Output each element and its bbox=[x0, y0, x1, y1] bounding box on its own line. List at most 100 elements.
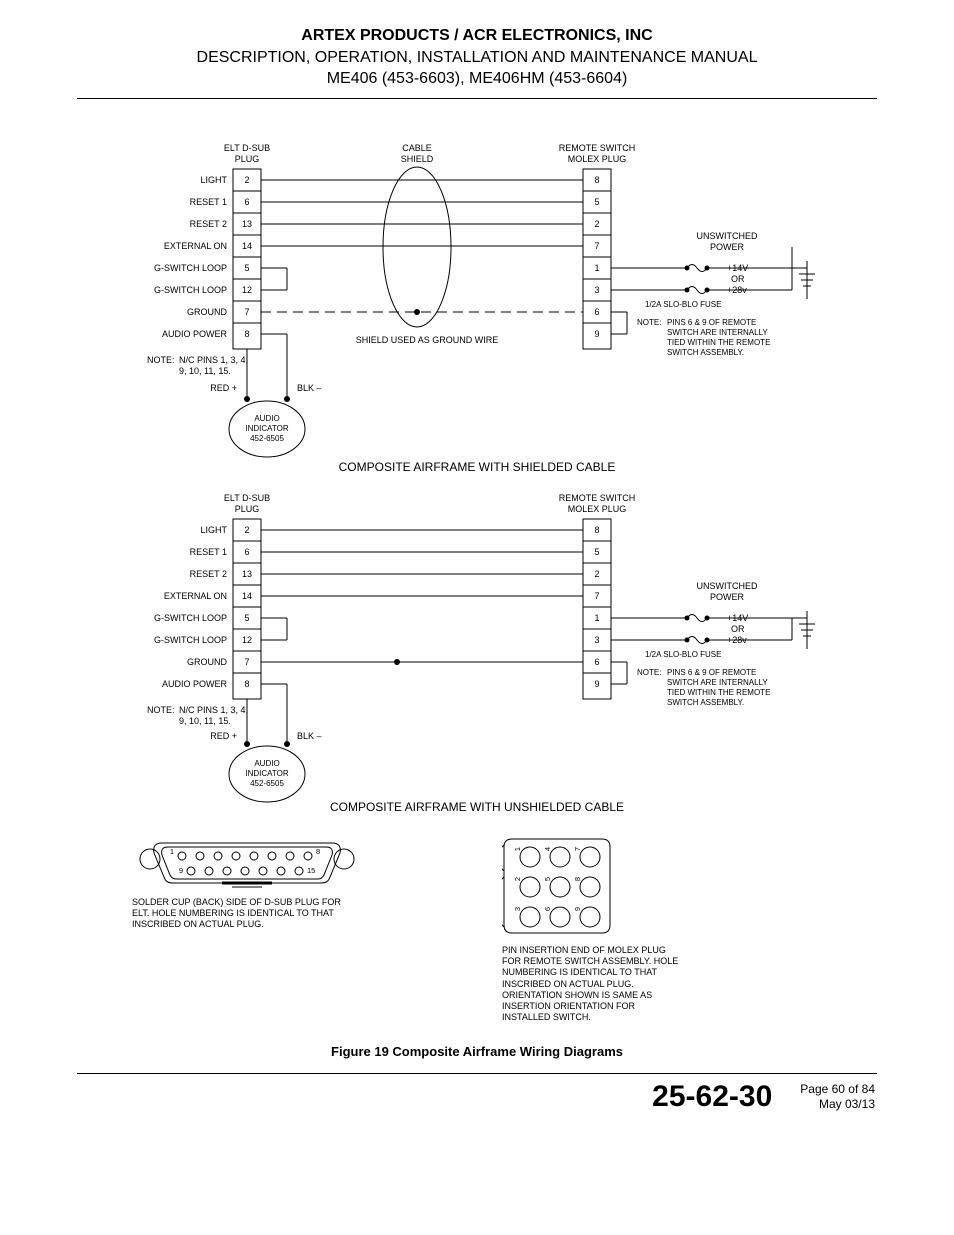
svg-text:RESET 1: RESET 1 bbox=[190, 547, 227, 557]
svg-text:1/2A SLO-BLO FUSE: 1/2A SLO-BLO FUSE bbox=[645, 650, 721, 659]
page-date: May 03/13 bbox=[800, 1097, 875, 1111]
svg-text:TIED WITHIN THE REMOTE: TIED WITHIN THE REMOTE bbox=[667, 338, 770, 347]
svg-text:7: 7 bbox=[244, 657, 249, 667]
svg-text:EXTERNAL ON: EXTERNAL ON bbox=[164, 241, 227, 251]
svg-text:8: 8 bbox=[316, 847, 320, 856]
svg-text:13: 13 bbox=[242, 219, 252, 229]
svg-text:9, 10, 11, 15.: 9, 10, 11, 15. bbox=[179, 366, 231, 376]
diagram-shielded: ELT D-SUB PLUG CABLE SHIELD REMOTE SWITC… bbox=[127, 139, 827, 479]
svg-text:6: 6 bbox=[594, 307, 599, 317]
svg-text:9: 9 bbox=[594, 679, 599, 689]
svg-text:PINS 6 & 9 OF REMOTE: PINS 6 & 9 OF REMOTE bbox=[667, 668, 756, 677]
figure-caption: Figure 19 Composite Airframe Wiring Diag… bbox=[77, 1044, 877, 1059]
svg-text:5: 5 bbox=[244, 263, 249, 273]
svg-text:G-SWITCH LOOP: G-SWITCH LOOP bbox=[154, 285, 227, 295]
svg-text:8: 8 bbox=[594, 525, 599, 535]
svg-text:8: 8 bbox=[573, 877, 582, 881]
svg-text:1: 1 bbox=[594, 613, 599, 623]
svg-text:2: 2 bbox=[244, 175, 249, 185]
page-footer: 25-62-30 Page 60 of 84 May 03/13 bbox=[77, 1073, 877, 1114]
cable-shield-label: CABLE bbox=[402, 143, 432, 153]
svg-text:2: 2 bbox=[513, 877, 522, 881]
remote-switch-label2: MOLEX PLUG bbox=[568, 154, 627, 164]
remote-switch-label: REMOTE SWITCH bbox=[559, 143, 636, 153]
svg-text:SWITCH ASSEMBLY.: SWITCH ASSEMBLY. bbox=[667, 348, 744, 357]
svg-text:RED +: RED + bbox=[210, 731, 237, 741]
svg-text:14: 14 bbox=[242, 591, 252, 601]
svg-text:RESET 1: RESET 1 bbox=[190, 197, 227, 207]
svg-text:5: 5 bbox=[244, 613, 249, 623]
dsub-connector: 1 8 9 15 SOLDER CUP (BACK) SIDE OF D-SUB… bbox=[132, 829, 362, 1024]
svg-text:+14V: +14V bbox=[727, 613, 748, 623]
svg-text:1: 1 bbox=[594, 263, 599, 273]
svg-text:N/C PINS 1, 3, 4,: N/C PINS 1, 3, 4, bbox=[179, 705, 248, 715]
svg-text:452-6505: 452-6505 bbox=[250, 779, 284, 788]
svg-text:GROUND: GROUND bbox=[187, 657, 227, 667]
svg-text:SWITCH ASSEMBLY.: SWITCH ASSEMBLY. bbox=[667, 698, 744, 707]
svg-text:3: 3 bbox=[594, 635, 599, 645]
svg-text:5: 5 bbox=[543, 877, 552, 881]
svg-text:AUDIO: AUDIO bbox=[254, 759, 279, 768]
svg-text:15: 15 bbox=[307, 866, 315, 875]
svg-text:12: 12 bbox=[242, 285, 252, 295]
svg-text:7: 7 bbox=[573, 847, 582, 851]
svg-text:TIED WITHIN THE REMOTE: TIED WITHIN THE REMOTE bbox=[667, 688, 770, 697]
svg-text:LIGHT: LIGHT bbox=[200, 175, 227, 185]
svg-text:3: 3 bbox=[594, 285, 599, 295]
svg-text:N/C PINS 1, 3, 4,: N/C PINS 1, 3, 4, bbox=[179, 355, 248, 365]
svg-text:6: 6 bbox=[244, 547, 249, 557]
svg-text:POWER: POWER bbox=[710, 242, 745, 252]
shield-ground-label: SHIELD USED AS GROUND WIRE bbox=[356, 335, 499, 345]
header-line3: ME406 (453-6603), ME406HM (453-6604) bbox=[77, 68, 877, 90]
svg-text:13: 13 bbox=[242, 569, 252, 579]
svg-text:9, 10, 11, 15.: 9, 10, 11, 15. bbox=[179, 716, 231, 726]
molex-connector: 3 2 1 6 5 4 9 8 7 PIN INSERTION END OF M… bbox=[502, 829, 682, 1024]
svg-text:AUDIO POWER: AUDIO POWER bbox=[162, 679, 228, 689]
svg-text:2: 2 bbox=[594, 219, 599, 229]
header-line1: ARTEX PRODUCTS / ACR ELECTRONICS, INC bbox=[77, 25, 877, 47]
diagram-unshielded: ELT D-SUB PLUG REMOTE SWITCH MOLEX PLUG bbox=[127, 489, 827, 819]
svg-text:OR: OR bbox=[731, 624, 745, 634]
svg-text:PLUG: PLUG bbox=[235, 504, 260, 514]
page-number: Page 60 of 84 bbox=[800, 1082, 875, 1096]
svg-text:9: 9 bbox=[179, 866, 183, 875]
svg-text:7: 7 bbox=[594, 241, 599, 251]
cable-shield-label2: SHIELD bbox=[401, 154, 434, 164]
svg-text:4: 4 bbox=[543, 847, 552, 851]
v28-label: +28v bbox=[727, 285, 747, 295]
svg-text:3: 3 bbox=[513, 907, 522, 911]
svg-text:AUDIO: AUDIO bbox=[254, 414, 279, 423]
molex-note: PIN INSERTION END OF MOLEX PLUG FOR REMO… bbox=[502, 939, 682, 1024]
page-header: ARTEX PRODUCTS / ACR ELECTRONICS, INC DE… bbox=[77, 25, 877, 99]
cable-shield-ellipse bbox=[383, 167, 451, 327]
fuse-label: 1/2A SLO-BLO FUSE bbox=[645, 300, 721, 309]
svg-text:INDICATOR: INDICATOR bbox=[245, 769, 288, 778]
svg-text:NOTE:: NOTE: bbox=[637, 668, 661, 677]
svg-text:REMOTE SWITCH: REMOTE SWITCH bbox=[559, 493, 636, 503]
svg-text:7: 7 bbox=[244, 307, 249, 317]
svg-text:2: 2 bbox=[244, 525, 249, 535]
svg-text:G-SWITCH LOOP: G-SWITCH LOOP bbox=[154, 635, 227, 645]
or-label: OR bbox=[731, 274, 745, 284]
v14-label: +14V bbox=[727, 263, 748, 273]
elt-plug-rect bbox=[233, 169, 261, 349]
diagram1-title: COMPOSITE AIRFRAME WITH SHIELDED CABLE bbox=[339, 460, 616, 474]
doc-number: 25-62-30 bbox=[652, 1080, 772, 1114]
svg-text:8: 8 bbox=[244, 329, 249, 339]
blk-label: BLK – bbox=[297, 383, 322, 393]
pins69-note: NOTE: bbox=[637, 318, 661, 327]
svg-text:G-SWITCH LOOP: G-SWITCH LOOP bbox=[154, 263, 227, 273]
svg-text:8: 8 bbox=[244, 679, 249, 689]
svg-text:7: 7 bbox=[594, 591, 599, 601]
elt-plug-label: ELT D-SUB bbox=[224, 143, 270, 153]
svg-text:5: 5 bbox=[594, 547, 599, 557]
svg-text:1: 1 bbox=[170, 847, 174, 856]
svg-text:AUDIO POWER: AUDIO POWER bbox=[162, 329, 228, 339]
unswitched-power: UNSWITCHED bbox=[697, 231, 758, 241]
svg-text:6: 6 bbox=[543, 907, 552, 911]
svg-text:452-6505: 452-6505 bbox=[250, 434, 284, 443]
svg-text:PINS 6 & 9 OF REMOTE: PINS 6 & 9 OF REMOTE bbox=[667, 318, 756, 327]
svg-text:G-SWITCH LOOP: G-SWITCH LOOP bbox=[154, 613, 227, 623]
svg-text:9: 9 bbox=[573, 907, 582, 911]
red-label: RED + bbox=[210, 383, 237, 393]
